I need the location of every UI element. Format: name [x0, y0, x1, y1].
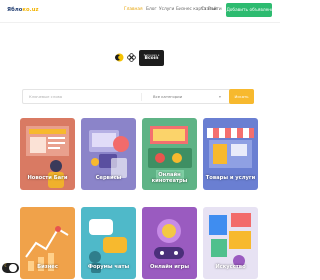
toggle-knob	[9, 264, 17, 272]
theme-toggle[interactable]: ☾	[2, 263, 19, 273]
nav-item-blog[interactable]: Блог	[146, 7, 157, 12]
yellow-coin-icon[interactable]	[114, 52, 125, 63]
category-card-forums[interactable]: Форумы чаты	[81, 207, 136, 279]
search-divider	[141, 93, 142, 101]
moon-icon: ☾	[4, 263, 9, 269]
category-card-business[interactable]: Бизнес	[20, 207, 75, 279]
category-label: Искусство	[215, 263, 246, 270]
category-label: Бизнес	[37, 263, 58, 270]
logo[interactable]: Яблоко.uz	[7, 7, 39, 13]
top-navbar: Яблоко.uz Главная Блог Услуги Бизнес кар…	[0, 0, 280, 23]
category-select[interactable]: Все категории	[153, 94, 182, 99]
login-link[interactable]: Войти	[208, 7, 222, 12]
category-card-news[interactable]: Новости Баги	[20, 118, 75, 190]
category-label: Онлайн кинотеатры	[151, 172, 188, 184]
add-listing-button[interactable]: + Добавить объявление	[221, 3, 277, 17]
store-badge[interactable]: Загрузите в Bcoin	[139, 50, 164, 66]
category-label: Товары и услуги	[205, 174, 256, 181]
category-card-cinema[interactable]: Онлайн кинотеатры	[142, 118, 197, 190]
category-label: Новости Баги	[27, 174, 68, 181]
category-label: Сервисы	[95, 174, 122, 181]
category-card-services[interactable]: Сервисы	[81, 118, 136, 190]
search-input[interactable]: Ключевые слова	[29, 94, 62, 99]
category-label: Онлайн игры	[149, 263, 190, 270]
category-label: Форумы чаты	[87, 263, 130, 270]
search-bar: Ключевые слова Все категории ▾	[22, 89, 254, 104]
category-card-games[interactable]: Онлайн игры	[142, 207, 197, 279]
store-badge-title: Bcoin	[144, 56, 159, 61]
nav-item-home[interactable]: Главная	[124, 7, 143, 12]
logo-text-right: ко.uz	[22, 7, 39, 13]
nav-item-services[interactable]: Услуги	[159, 7, 174, 12]
chevron-down-icon[interactable]: ▾	[219, 94, 221, 99]
clover-icon[interactable]	[126, 52, 137, 63]
logo-text-left: Ябло	[7, 7, 23, 13]
category-card-goods[interactable]: Товары и услуги	[203, 118, 258, 190]
search-button[interactable]: Искать	[229, 89, 254, 104]
category-card-art[interactable]: Искусство	[203, 207, 258, 279]
